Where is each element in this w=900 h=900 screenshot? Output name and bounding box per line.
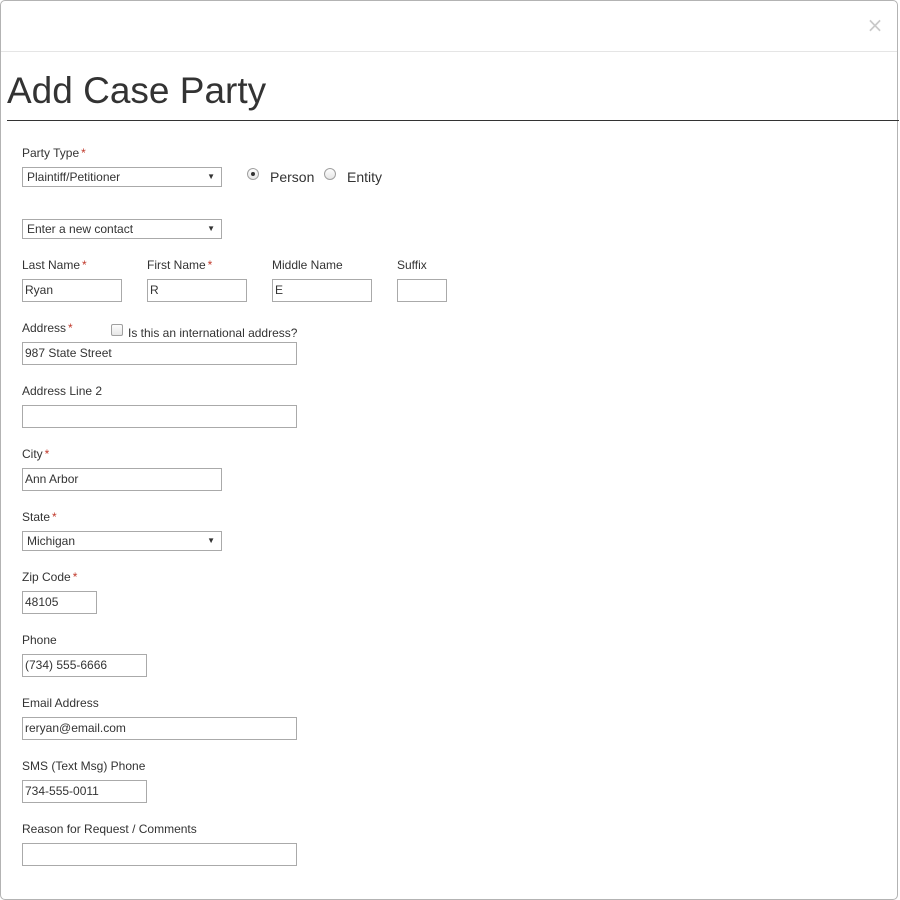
middle-name-input[interactable]: E	[272, 279, 372, 302]
party-type-label: Party Type *	[22, 146, 86, 160]
state-value: Michigan	[27, 534, 76, 548]
person-radio-label: Person	[270, 169, 315, 185]
city-label: City *	[22, 447, 50, 461]
required-marker: *	[52, 510, 57, 524]
required-marker: *	[44, 447, 50, 461]
comments-input[interactable]	[22, 843, 297, 866]
international-address-label: Is this an international address?	[128, 326, 298, 340]
sms-phone-input[interactable]: 734-555-0011	[22, 780, 147, 803]
suffix-input[interactable]	[397, 279, 447, 302]
entity-radio[interactable]	[324, 168, 336, 180]
person-radio[interactable]	[247, 168, 259, 180]
international-address-checkbox[interactable]	[111, 324, 123, 336]
email-label: Email Address	[22, 696, 99, 710]
contact-value: Enter a new contact	[27, 222, 134, 236]
dropdown-arrow-icon: ▼	[207, 536, 215, 545]
required-marker: *	[81, 146, 86, 160]
entity-radio-label: Entity	[347, 169, 383, 185]
party-type-select[interactable]: Plaintiff/Petitioner ▼	[22, 167, 222, 187]
first-name-label: First Name *	[147, 258, 213, 272]
last-name-input[interactable]: Ryan	[22, 279, 122, 302]
address-label: Address *	[22, 321, 73, 335]
address-line-2-label: Address Line 2	[22, 384, 103, 398]
email-input[interactable]: reryan@email.com	[22, 717, 297, 740]
add-case-party-modal: × Add Case Party Party Type * Plaintiff/P…	[0, 0, 899, 900]
comments-label: Reason for Request / Comments	[22, 822, 197, 836]
close-icon[interactable]: ×	[865, 14, 885, 36]
party-type-value: Plaintiff/Petitioner	[27, 170, 121, 184]
zip-code-input[interactable]: 48105	[22, 591, 97, 614]
state-label: State *	[22, 510, 57, 524]
page-title: Add Case Party	[7, 70, 267, 111]
required-marker: *	[82, 258, 87, 272]
zip-code-label: Zip Code *	[22, 570, 78, 584]
sms-phone-label: SMS (Text Msg) Phone	[22, 759, 146, 773]
dropdown-arrow-icon: ▼	[207, 172, 215, 181]
address-line-2-input[interactable]	[22, 405, 297, 428]
required-marker: *	[207, 258, 213, 272]
address-input[interactable]: 987 State Street	[22, 342, 297, 365]
middle-name-label: Middle Name	[272, 258, 343, 272]
suffix-label: Suffix	[397, 258, 427, 272]
title-divider	[7, 120, 899, 121]
dropdown-arrow-icon: ▼	[207, 224, 215, 233]
phone-input[interactable]: (734) 555-6666	[22, 654, 147, 677]
modal-header: ×	[1, 1, 897, 52]
phone-label: Phone	[22, 633, 57, 647]
required-marker: *	[72, 570, 78, 584]
required-marker: *	[68, 321, 73, 335]
last-name-label: Last Name *	[22, 258, 87, 272]
city-input[interactable]: Ann Arbor	[22, 468, 222, 491]
first-name-input[interactable]: R	[147, 279, 247, 302]
contact-select[interactable]: Enter a new contact ▼	[22, 219, 222, 239]
state-select[interactable]: Michigan ▼	[22, 531, 222, 551]
